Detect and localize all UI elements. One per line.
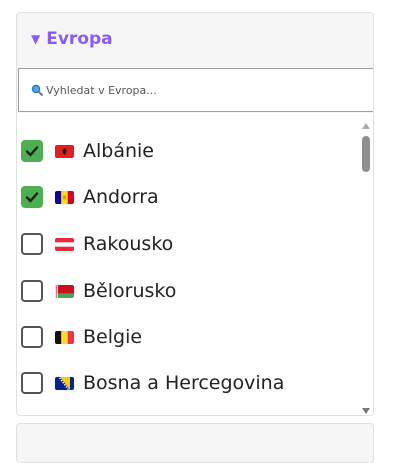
checkbox-belarus[interactable]	[21, 280, 43, 302]
scroll-up-arrow-icon[interactable]	[362, 123, 370, 129]
region-header[interactable]: ▼ Evropa	[17, 13, 373, 65]
scroll-down-arrow-icon[interactable]	[362, 408, 370, 414]
list-item-belgium[interactable]: Belgie	[21, 317, 142, 357]
triangle-down-icon: ▼	[31, 32, 41, 46]
checkmark-icon	[25, 192, 39, 203]
bosnia-flag-icon	[55, 376, 74, 390]
checkbox-albania[interactable]	[21, 140, 43, 162]
country-label: Bělorusko	[83, 280, 177, 302]
list-item-albania[interactable]: Albánie	[21, 131, 154, 171]
search-box	[18, 68, 373, 112]
country-list: Albánie Andorra Rakousko Bělorusko Belgi…	[17, 113, 373, 415]
checkbox-bosnia[interactable]	[21, 372, 43, 394]
country-label: Albánie	[83, 140, 154, 162]
list-item-bosnia[interactable]: Bosna a Hercegovina	[21, 363, 284, 403]
checkbox-austria[interactable]	[21, 233, 43, 255]
list-item-andorra[interactable]: Andorra	[21, 177, 159, 217]
checkbox-andorra[interactable]	[21, 186, 43, 208]
country-label: Andorra	[83, 186, 159, 208]
scrollbar-thumb[interactable]	[362, 136, 370, 172]
search-icon	[31, 84, 43, 96]
region-title: Evropa	[46, 29, 113, 49]
checkbox-belgium[interactable]	[21, 326, 43, 348]
belgium-flag-icon	[55, 330, 74, 344]
country-label: Belgie	[83, 326, 143, 348]
europe-region-panel: ▼ Evropa Albánie Andorra	[16, 12, 374, 416]
andorra-flag-icon	[55, 190, 74, 204]
albania-flag-icon	[55, 144, 74, 158]
belarus-flag-icon	[55, 284, 74, 298]
search-input[interactable]	[46, 83, 346, 97]
list-item-belarus[interactable]: Bělorusko	[21, 271, 176, 311]
list-item-austria[interactable]: Rakousko	[21, 224, 173, 264]
checkmark-icon	[25, 146, 39, 157]
country-label: Bosna a Hercegovina	[83, 372, 285, 394]
list-scrollbar[interactable]	[359, 113, 373, 415]
austria-flag-icon	[55, 237, 74, 251]
country-label: Rakousko	[83, 233, 174, 255]
next-region-panel[interactable]	[16, 423, 374, 463]
